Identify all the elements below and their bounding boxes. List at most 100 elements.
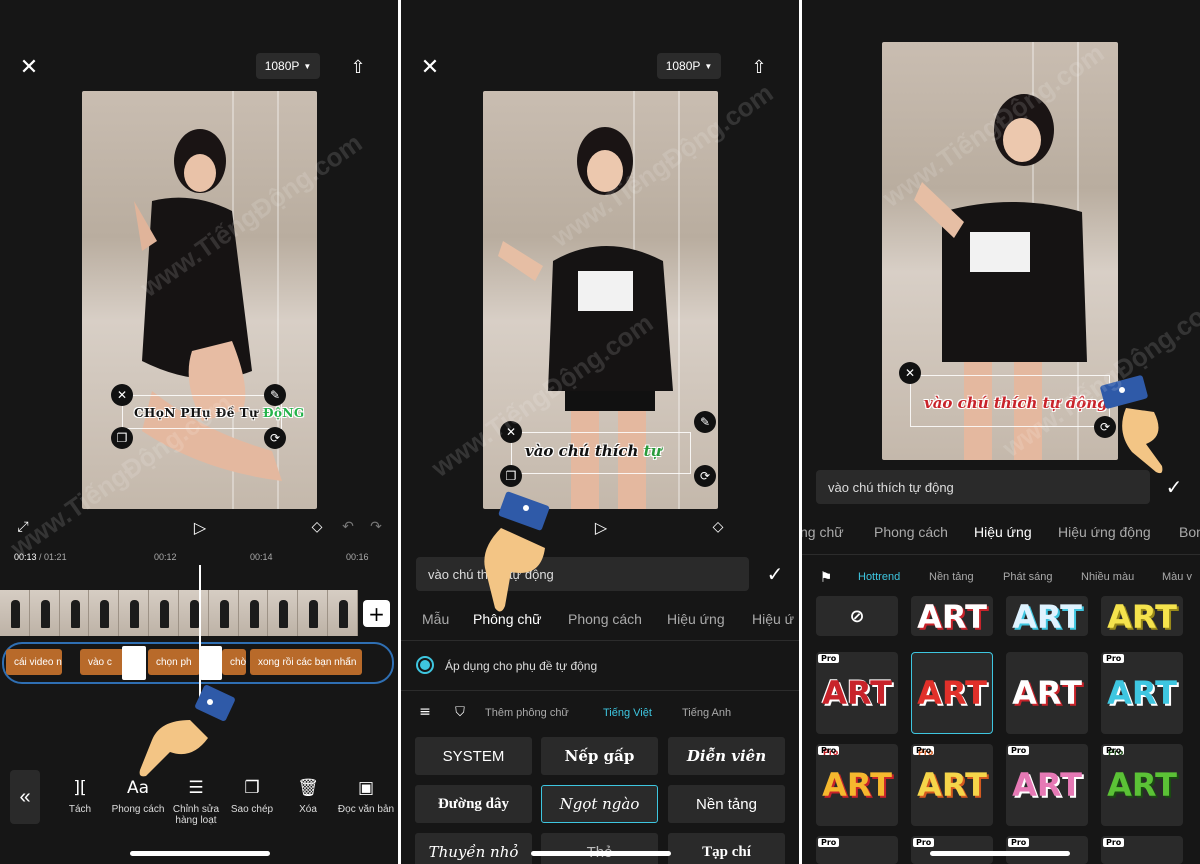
rotate-caption-handle[interactable]: ⟳ (264, 427, 286, 449)
home-indicator (531, 851, 671, 856)
export-icon[interactable]: ⇧ (345, 54, 371, 80)
effect-option[interactable]: Pro ART (1006, 744, 1088, 826)
export-icon[interactable]: ⇧ (746, 54, 772, 80)
caption-text: CHọN PHụ Đề Tự ĐộNG (134, 406, 305, 420)
pro-badge: Pro (913, 838, 935, 847)
redo-icon[interactable]: ↷ (368, 518, 384, 536)
effect-option[interactable]: ART (911, 596, 993, 636)
play-icon[interactable]: ▷ (591, 517, 611, 537)
collapse-toolbar-icon[interactable]: « (10, 770, 40, 824)
subtitle-clip[interactable]: cái video n (6, 649, 62, 675)
subtitle-clip[interactable]: chờ (222, 649, 246, 675)
font-option[interactable]: Nếp gấp (541, 737, 658, 775)
effect-option[interactable]: ART (1006, 596, 1088, 636)
shield-off-icon[interactable]: ⛉ (451, 703, 469, 721)
font-option[interactable]: Đường dây (415, 785, 532, 823)
tab-effect[interactable]: Hiệu ứng (667, 611, 725, 627)
timecode: 00:13 / 01:21 (14, 552, 67, 562)
effect-none-icon[interactable]: ⊘ (816, 596, 898, 636)
caption-text-input[interactable]: vào chú thích tự động (416, 557, 749, 591)
add-clip-button[interactable]: + (363, 600, 390, 627)
effect-option[interactable]: ART (1101, 596, 1183, 636)
pro-badge: Pro (818, 654, 840, 663)
edit-caption-handle[interactable]: ✎ (264, 384, 286, 406)
video-clip-track[interactable] (0, 590, 358, 636)
fullscreen-icon[interactable]: ⤢ (14, 518, 32, 536)
toolbar-batch-edit[interactable]: ☰ Chỉnh sửa hàng loạt (164, 778, 228, 826)
effect-option[interactable]: ART (1006, 652, 1088, 734)
font-list-icon[interactable]: ≡ (416, 703, 434, 721)
toolbar-delete[interactable]: 🗑 Xóa (276, 778, 340, 815)
font-option-selected[interactable]: Ngọt ngào (541, 785, 658, 823)
effect-option-selected[interactable]: ART (911, 652, 993, 734)
keyframe-icon[interactable]: ◇ (709, 518, 727, 536)
effect-option[interactable]: Pro (1006, 836, 1088, 864)
clip-trim-handle-left[interactable] (122, 646, 146, 680)
tab-bubble[interactable]: Bon (1179, 524, 1200, 540)
sub-tab-english[interactable]: Tiếng Anh (682, 707, 731, 719)
sub-tab-hottrend[interactable]: Hottrend (858, 571, 900, 583)
toolbar-read-text[interactable]: ▣ Đọc văn bản (334, 778, 398, 815)
effect-option[interactable]: Pro ART (816, 744, 898, 826)
tab-template[interactable]: Mẫu (422, 611, 449, 627)
sub-tab-add-font[interactable]: Thêm phông chữ (485, 707, 569, 719)
copy-caption-handle[interactable]: ❐ (111, 427, 133, 449)
play-icon[interactable]: ▷ (190, 517, 210, 537)
video-preview: CHọN PHụ Đề Tự ĐộNG ✕ ✎ ❐ ⟳ (82, 91, 317, 509)
tab-font[interactable]: ng chữ (802, 524, 844, 540)
undo-icon[interactable]: ↶ (340, 518, 356, 536)
effect-option[interactable]: Pro (911, 836, 993, 864)
delete-caption-handle[interactable]: ✕ (500, 421, 522, 443)
sub-tab-glow[interactable]: Phát sáng (1003, 571, 1053, 583)
font-option[interactable]: SYSTEM (415, 737, 532, 775)
divider (401, 690, 799, 691)
apply-auto-caption-label: Áp dụng cho phụ đề tự động (445, 659, 598, 673)
delete-caption-handle[interactable]: ✕ (111, 384, 133, 406)
sub-tab-basic[interactable]: Nền tảng (929, 571, 974, 583)
font-option[interactable]: Diễn viên (668, 737, 785, 775)
subtitle-clip[interactable]: vào c (80, 649, 124, 675)
font-option[interactable]: Thuyền nhỏ (415, 833, 532, 864)
effect-option[interactable]: Pro ART (911, 744, 993, 826)
close-icon[interactable]: ✕ (417, 54, 443, 80)
subtitle-clip[interactable]: xong rồi các bạn nhấn (250, 649, 362, 675)
subtitle-clip[interactable]: chọn ph (148, 649, 200, 675)
confirm-check-icon[interactable]: ✓ (763, 562, 787, 586)
editor-panel-2: ✕ 1080P ▼ ⇧ vào chú thích tự ✕ ✎ ❐ ⟳ ▷ ◇ … (401, 0, 799, 864)
font-option[interactable]: Thỏ (541, 833, 658, 864)
editor-panel-1: ✕ 1080P ▼ ⇧ CHọN PHụ Đề Tự ĐộNG ✕ ✎ ❐ ⟳ ⤢… (0, 0, 398, 864)
effect-option[interactable]: Pro ART (1101, 652, 1183, 734)
delete-caption-handle[interactable]: ✕ (899, 362, 921, 384)
sub-tab-color[interactable]: Màu v (1162, 571, 1192, 583)
divider (401, 640, 799, 641)
pointing-hand-icon (484, 491, 550, 612)
resolution-dropdown[interactable]: 1080P ▼ (657, 53, 721, 79)
bookmark-icon[interactable]: ⚑ (818, 569, 834, 587)
keyframe-icon[interactable]: ◇ (308, 518, 326, 536)
apply-auto-caption-radio[interactable] (416, 656, 434, 674)
tab-effect[interactable]: Hiệu ứng (974, 524, 1032, 540)
pointing-hand-icon (139, 685, 235, 777)
toolbar-copy[interactable]: ❐ Sao chép (220, 778, 284, 815)
sub-tab-vietnamese[interactable]: Tiếng Việt (603, 707, 652, 719)
toolbar-style[interactable]: Aa Phong cách (106, 778, 170, 815)
font-option[interactable]: Nền tảng (668, 785, 785, 823)
close-icon[interactable]: ✕ (16, 54, 42, 80)
toolbar-split[interactable]: ][Tách (48, 778, 112, 815)
tab-animation[interactable]: Hiệu ứ (752, 611, 794, 627)
sub-tab-multicolor[interactable]: Nhiều màu (1081, 571, 1134, 583)
font-option[interactable]: Tạp chí (668, 833, 785, 864)
tab-animation[interactable]: Hiệu ứng động (1058, 524, 1151, 540)
clip-trim-handle-right[interactable] (200, 646, 222, 680)
edit-caption-handle[interactable]: ✎ (694, 411, 716, 433)
rotate-caption-handle[interactable]: ⟳ (694, 465, 716, 487)
copy-caption-handle[interactable]: ❐ (500, 465, 522, 487)
resolution-dropdown[interactable]: 1080P ▼ (256, 53, 320, 79)
copy-icon: ❐ (244, 778, 260, 798)
effect-option[interactable]: Pro (816, 836, 898, 864)
tab-style[interactable]: Phong cách (874, 524, 948, 540)
effect-option[interactable]: Pro ART (1101, 744, 1183, 826)
effect-option[interactable]: Pro (1101, 836, 1183, 864)
pro-badge: Pro (818, 746, 840, 755)
effect-option[interactable]: Pro ART (816, 652, 898, 734)
